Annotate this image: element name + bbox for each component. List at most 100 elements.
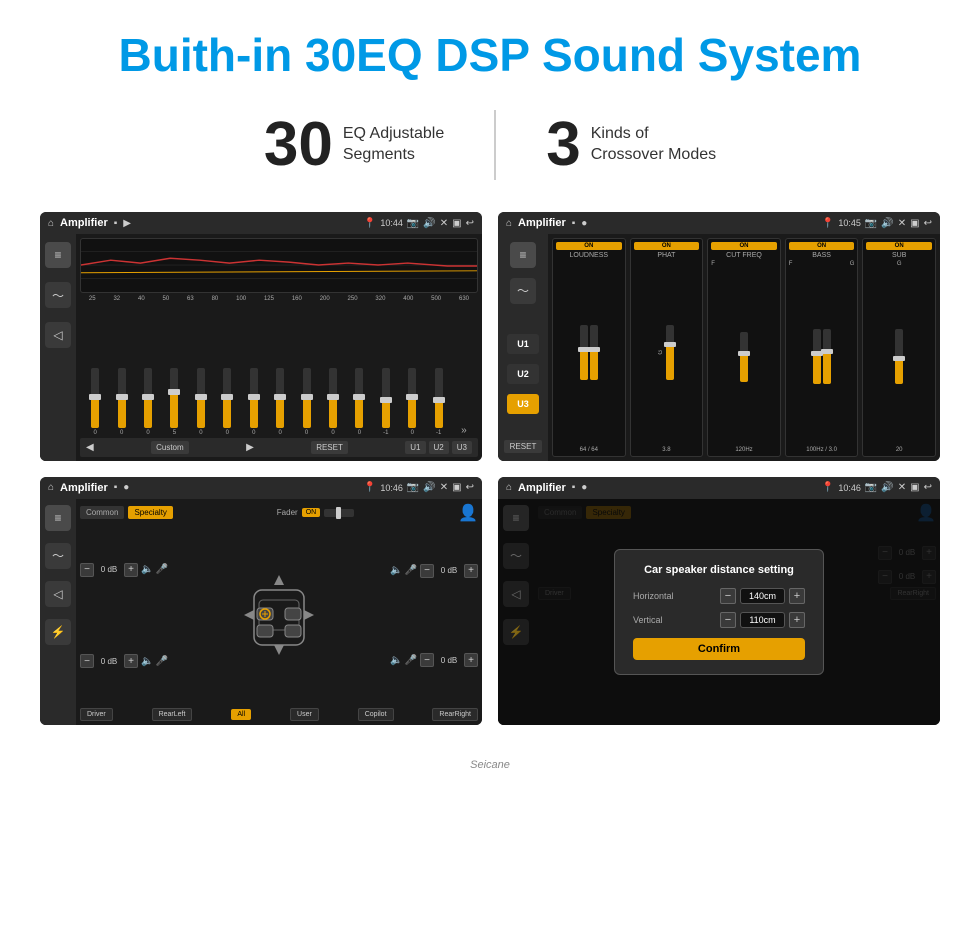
fader-slider[interactable]: [324, 509, 354, 517]
back-icon2[interactable]: ↩: [924, 218, 932, 229]
ch-sub-toggle[interactable]: ON: [866, 242, 932, 250]
ch-bass-toggle[interactable]: ON: [789, 242, 855, 250]
ch-loudness-right[interactable]: [590, 325, 598, 380]
volume-icon2[interactable]: 🔊: [881, 218, 893, 229]
ch-bass-g-slider[interactable]: [823, 329, 831, 384]
wave-icon2[interactable]: 〜: [510, 278, 536, 304]
preset-u3[interactable]: U3: [507, 394, 539, 414]
ch-sub-val: 20: [896, 447, 903, 453]
back-icon3[interactable]: ↩: [466, 482, 474, 493]
eq-bottom-bar: ◀ Custom ▶ RESET U1 U2 U3: [80, 438, 478, 457]
camera-icon[interactable]: 📷: [407, 218, 419, 229]
copilot-btn[interactable]: Copilot: [358, 708, 394, 721]
rearleft-btn[interactable]: RearLeft: [152, 708, 193, 721]
play-icon[interactable]: ▶: [123, 218, 131, 229]
horizontal-plus[interactable]: +: [789, 588, 805, 604]
wave-icon3[interactable]: 〜: [45, 543, 71, 569]
volume-icon4[interactable]: 🔊: [881, 482, 893, 493]
ch-cutfreq-toggle[interactable]: ON: [711, 242, 777, 250]
vertical-plus[interactable]: +: [789, 612, 805, 628]
ch-phat-slider[interactable]: [666, 325, 674, 380]
freq-200: 200: [320, 296, 330, 302]
u1-btn[interactable]: U1: [405, 441, 425, 454]
home-icon4[interactable]: ⌂: [506, 482, 512, 493]
window-icon4[interactable]: ▣: [910, 482, 919, 493]
spk-tr-minus[interactable]: −: [420, 564, 434, 578]
next-icon[interactable]: ▶: [246, 442, 254, 453]
common-btn[interactable]: Common: [80, 506, 124, 519]
preset-u1[interactable]: U1: [507, 334, 539, 354]
eq-icon2[interactable]: ≡: [510, 242, 536, 268]
spk-vol-icon[interactable]: ◁: [45, 581, 71, 607]
back-icon[interactable]: ↩: [466, 218, 474, 229]
confirm-button[interactable]: Confirm: [633, 638, 805, 660]
crossover-reset[interactable]: RESET: [504, 440, 543, 453]
window-icon2[interactable]: ▣: [910, 218, 919, 229]
speaker-tr-icon2: 🎤: [405, 565, 417, 576]
rearright-btn[interactable]: RearRight: [432, 708, 478, 721]
vertical-value: 110cm: [740, 612, 785, 628]
stat-eq-number: 30: [264, 114, 333, 176]
camera-icon4[interactable]: 📷: [865, 482, 877, 493]
close-icon4[interactable]: ✕: [898, 482, 906, 493]
volume-small-icon[interactable]: ◁: [45, 322, 71, 348]
volume-icon[interactable]: 🔊: [423, 218, 435, 229]
u3-btn[interactable]: U3: [452, 441, 472, 454]
ch-cutfreq-slider[interactable]: [740, 332, 748, 382]
ch-phat-toggle[interactable]: ON: [634, 242, 700, 250]
ch-loudness-toggle[interactable]: ON: [556, 242, 622, 250]
wave-icon[interactable]: 〜: [45, 282, 71, 308]
screen3-speaker: ⌂ Amplifier ▪ ● 📍 10:46 📷 🔊 ✕ ▣ ↩ ≡ 〜 ◁ …: [40, 477, 482, 726]
specialty-btn[interactable]: Specialty: [128, 506, 172, 519]
profile-icon[interactable]: 👤: [458, 503, 478, 523]
spk-tl-minus[interactable]: −: [80, 563, 94, 577]
ch-bass-f-slider[interactable]: [813, 329, 821, 384]
car-svg: [239, 570, 319, 660]
ch-loudness-left[interactable]: [580, 325, 588, 380]
vertical-label: Vertical: [633, 615, 688, 625]
home-icon2[interactable]: ⌂: [506, 218, 512, 229]
spk-bl-minus[interactable]: −: [80, 654, 94, 668]
preset-u2[interactable]: U2: [507, 364, 539, 384]
u2-btn[interactable]: U2: [429, 441, 449, 454]
vertical-minus[interactable]: −: [720, 612, 736, 628]
spk-br-minus[interactable]: −: [420, 653, 434, 667]
close-icon[interactable]: ✕: [440, 218, 448, 229]
location-icon4: 📍: [822, 482, 834, 493]
eq-icon3[interactable]: ≡: [45, 505, 71, 531]
horizontal-minus[interactable]: −: [720, 588, 736, 604]
spk-bl-plus[interactable]: +: [124, 654, 138, 668]
window-icon3[interactable]: ▣: [452, 482, 461, 493]
home-icon[interactable]: ⌂: [48, 218, 54, 229]
ch-bass-g-label: G: [850, 261, 855, 267]
ch-sub-slider[interactable]: [895, 329, 903, 384]
watermark: Seicane: [0, 755, 980, 775]
close-icon2[interactable]: ✕: [898, 218, 906, 229]
screen2-crossover: ⌂ Amplifier ▪ ● 📍 10:45 📷 🔊 ✕ ▣ ↩ ≡ 〜 U: [498, 212, 940, 461]
back-icon4[interactable]: ↩: [924, 482, 932, 493]
spk-bl-icons: 🔈 🎤: [141, 656, 168, 667]
record-icon4: ▪: [572, 482, 576, 493]
user-btn[interactable]: User: [290, 708, 319, 721]
car-diagram: [172, 526, 386, 706]
fader-toggle[interactable]: ON: [302, 508, 321, 517]
home-icon3[interactable]: ⌂: [48, 482, 54, 493]
reset-btn[interactable]: RESET: [311, 441, 348, 454]
volume-icon3[interactable]: 🔊: [423, 482, 435, 493]
screenshots-grid: ⌂ Amplifier ▪ ▶ 📍 10:44 📷 🔊 ✕ ▣ ↩ ≡ 〜 ◁: [0, 202, 980, 755]
camera-icon2[interactable]: 📷: [865, 218, 877, 229]
all-btn[interactable]: All: [231, 709, 251, 720]
eq-slider-13: -1: [435, 368, 443, 436]
close-icon3[interactable]: ✕: [440, 482, 448, 493]
driver-btn[interactable]: Driver: [80, 708, 113, 721]
spk-tl-plus[interactable]: +: [124, 563, 138, 577]
prev-icon[interactable]: ◀: [86, 442, 94, 453]
vertical-control: − 110cm +: [720, 612, 805, 628]
camera-icon3[interactable]: 📷: [407, 482, 419, 493]
bt-icon[interactable]: ⚡: [45, 619, 71, 645]
spk-br-plus[interactable]: +: [464, 653, 478, 667]
eq-graph[interactable]: [80, 238, 478, 293]
eq-icon[interactable]: ≡: [45, 242, 71, 268]
spk-tr-plus[interactable]: +: [464, 564, 478, 578]
window-icon[interactable]: ▣: [452, 218, 461, 229]
